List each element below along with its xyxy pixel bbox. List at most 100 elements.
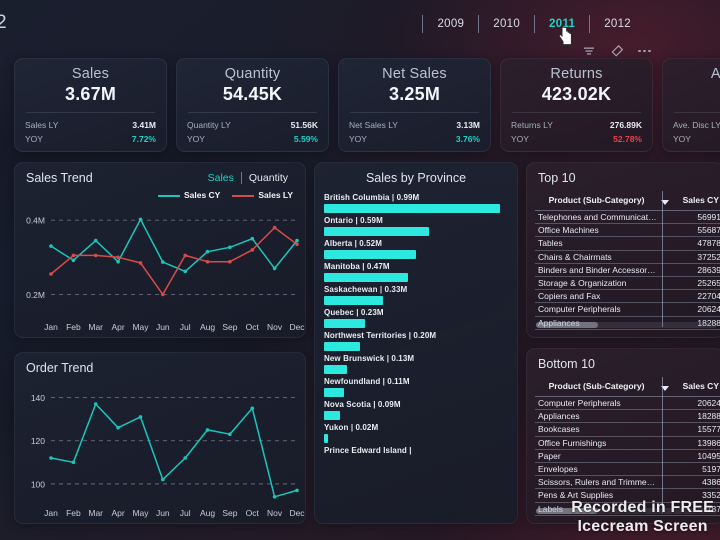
cell-product: Office Machines (538, 225, 599, 236)
visual-toolbar[interactable] (582, 44, 652, 58)
cell-product: Copiers and Fax (538, 291, 601, 302)
svg-text:Jan: Jan (44, 508, 58, 518)
table-row[interactable]: Appliances 18288 (535, 410, 720, 424)
cell-sales-cy: 47878 (697, 238, 720, 249)
table-body: Computer Peripherals 20624 Appliances 18288… (535, 397, 720, 516)
province-bar-item[interactable]: New Brunswick | 0.13M (324, 354, 508, 374)
kpi-yoy-value: 3.76% (455, 134, 480, 144)
kpi-yoy-label: YOY (511, 134, 529, 144)
order-trend-panel: Order Trend 100 120 140 Jan Feb Mar Apr May Jun J… (14, 352, 306, 524)
horizontal-scrollbar[interactable] (536, 322, 717, 328)
dashboard-root: 2 2009 2010 2011 2012 Sales 3.67M Sales … (0, 0, 720, 540)
province-bar-item[interactable]: Newfoundland | 0.11M (324, 377, 508, 397)
kpi-card-returns[interactable]: Returns 423.02K Returns LY 276.89K YOY 52.… (500, 58, 653, 152)
year-tab-2012[interactable]: 2012 (593, 16, 642, 32)
table-row[interactable]: Chairs & Chairmats 37252 (535, 251, 720, 264)
kpi-ly-label: Net Sales LY (349, 120, 398, 130)
scrollbar-thumb[interactable] (536, 322, 598, 328)
province-bar-item[interactable]: Yukon | 0.02M (324, 423, 508, 443)
legend-swatch-cy (157, 194, 180, 197)
kpi-yoy-label: YOY (25, 134, 43, 144)
sales-quantity-toggle[interactable]: Sales Quantity (201, 172, 295, 184)
cell-product: Binders and Binder Accessor… (538, 264, 656, 275)
table-row[interactable]: Envelopes 5197 (535, 463, 720, 477)
cell-product: Computer Peripherals (538, 304, 621, 315)
cell-product: Computer Peripherals (538, 398, 621, 408)
kpi-ly-value: 3.41M (132, 120, 156, 130)
cell-sales-cy: 5197 (702, 463, 720, 474)
table-row[interactable]: Bookcases 15577 (535, 423, 720, 437)
province-bar-item[interactable]: Quebec | 0.23M (324, 308, 508, 328)
eraser-icon[interactable] (610, 44, 624, 58)
toggle-quantity[interactable]: Quantity (242, 172, 295, 184)
kpi-title: Sales (71, 66, 110, 82)
province-bar-item[interactable]: Manitoba | 0.47M (324, 262, 508, 282)
table-row[interactable]: Office Furnishings 13986 (535, 437, 720, 450)
toggle-sales[interactable]: Sales (201, 172, 241, 184)
table-row[interactable]: Telephones and Communicat… 56991 (535, 211, 720, 225)
province-bar-list[interactable]: British Columbia | 0.99M Ontario | 0.59M A… (315, 193, 517, 523)
scrollbar-thumb[interactable] (536, 508, 598, 514)
table-row[interactable]: Copiers and Fax 22704 (535, 290, 720, 304)
table-row[interactable]: Paper 10495 (535, 450, 720, 463)
cell-sales-cy: 10495 (697, 450, 720, 461)
province-bar-item[interactable]: Prince Edward Island | (324, 446, 508, 455)
svg-text:Oct: Oct (246, 322, 260, 332)
province-bar (324, 273, 408, 282)
horizontal-scrollbar[interactable] (536, 508, 717, 514)
kpi-card-quantity[interactable]: Quantity 54.45K Quantity LY 51.56K YOY 5.5… (176, 58, 329, 152)
year-slicer[interactable]: 2009 2010 2011 2012 (419, 15, 642, 33)
province-label: Newfoundland | 0.11M (324, 377, 410, 386)
more-options-icon[interactable] (638, 44, 652, 58)
kpi-card-average-discount[interactable]: Average 4. Ave. Disc LY YOY (662, 58, 720, 152)
table-row[interactable]: Tables 47878 (535, 237, 720, 251)
province-bar (324, 342, 360, 351)
province-bar-item[interactable]: Northwest Territories | 0.20M (324, 331, 508, 351)
svg-text:Jan: Jan (44, 322, 58, 332)
svg-text:Jul: Jul (180, 508, 191, 518)
table-row[interactable]: Office Machines 55687 (535, 224, 720, 238)
top10-table[interactable]: Product (Sub-Category) Sales CY Telephon… (535, 191, 720, 330)
province-bar-item[interactable]: Nova Scotia | 0.09M (324, 400, 508, 420)
kpi-yoy-value: 5.59% (293, 134, 318, 144)
top10-panel: Top 10 Product (Sub-Category) Sales CY T… (526, 162, 720, 338)
table-row[interactable]: Scissors, Rulers and Trimme… 4386 (535, 476, 720, 490)
filter-icon[interactable] (582, 44, 596, 58)
table-header-row: Product (Sub-Category) Sales CY (535, 191, 720, 211)
year-separator (534, 15, 536, 33)
province-label: Alberta | 0.52M (324, 239, 382, 248)
sales-trend-panel: Sales Trend Sales Quantity Sales CY Sale… (14, 162, 306, 338)
province-bar-item[interactable]: Alberta | 0.52M (324, 239, 508, 259)
kpi-yoy-label: YOY (349, 134, 367, 144)
year-tab-2010[interactable]: 2010 (482, 16, 531, 32)
province-bar (324, 319, 365, 328)
kpi-card-sales[interactable]: Sales 3.67M Sales LY 3.41M YOY 7.72% (14, 58, 167, 152)
divider (26, 112, 155, 113)
year-separator (478, 15, 480, 33)
kpi-card-row: Sales 3.67M Sales LY 3.41M YOY 7.72% Quant… (14, 58, 720, 152)
column-header-product[interactable]: Product (Sub-Category) (535, 195, 658, 205)
province-label: New Brunswick | 0.13M (324, 354, 415, 363)
column-header-product[interactable]: Product (Sub-Category) (535, 381, 658, 391)
province-bar-item[interactable]: Ontario | 0.59M (324, 216, 508, 236)
year-tab-2011[interactable]: 2011 (538, 16, 586, 32)
table-row[interactable]: Pens & Art Supplies 3352 (535, 489, 720, 503)
province-bar-item[interactable]: British Columbia | 0.99M (324, 193, 508, 213)
table-row[interactable]: Computer Peripherals 20624 (535, 303, 720, 317)
province-bar (324, 296, 383, 305)
svg-text:140: 140 (31, 393, 45, 403)
province-bar-item[interactable]: Saskachewan | 0.33M (324, 285, 508, 305)
cell-product: Office Furnishings (538, 437, 607, 448)
bottom10-table[interactable]: Product (Sub-Category) Sales CY Computer… (535, 377, 720, 516)
divider (512, 112, 641, 113)
svg-text:Dec: Dec (289, 508, 305, 518)
table-row[interactable]: Storage & Organization 25265 (535, 277, 720, 291)
cell-product: Scissors, Rulers and Trimme… (538, 477, 656, 488)
panel-title: Order Trend (26, 361, 94, 375)
kpi-ly-value: 51.56K (290, 120, 318, 130)
table-row[interactable]: Computer Peripherals 20624 (535, 397, 720, 411)
table-row[interactable]: Binders and Binder Accessor… 28639 (535, 264, 720, 277)
year-tab-2009[interactable]: 2009 (426, 16, 475, 32)
province-label: Prince Edward Island | (324, 446, 412, 455)
kpi-card-net-sales[interactable]: Net Sales 3.25M Net Sales LY 3.13M YOY 3.7… (338, 58, 491, 152)
